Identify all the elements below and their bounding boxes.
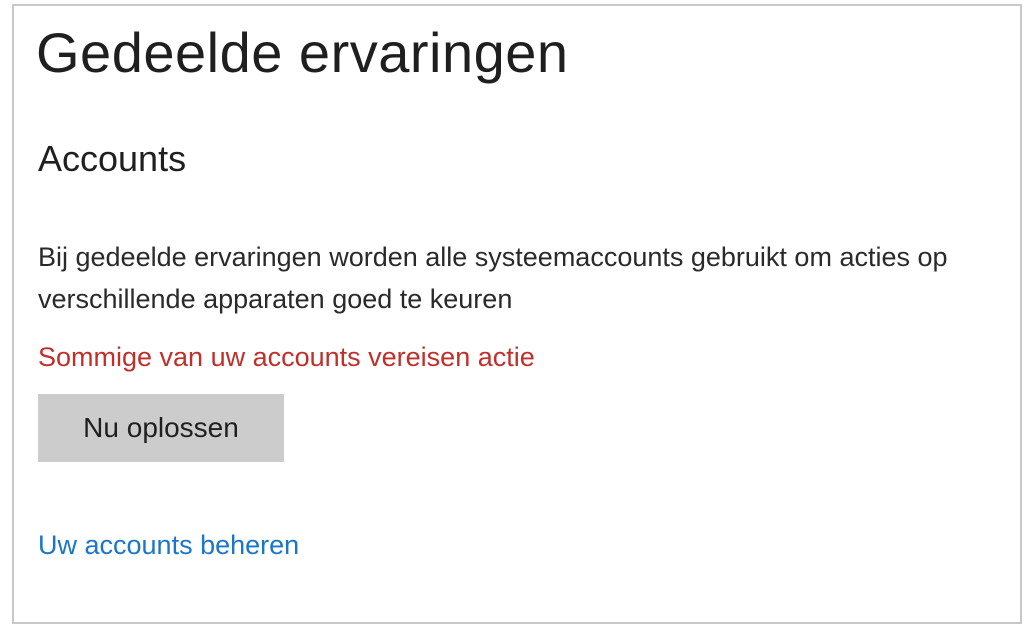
settings-panel: Gedeelde ervaringen Accounts Bij gedeeld… [12,4,1022,624]
manage-accounts-link[interactable]: Uw accounts beheren [38,530,299,561]
fix-now-button[interactable]: Nu oplossen [38,394,284,462]
accounts-description: Bij gedeelde ervaringen worden alle syst… [38,242,948,314]
page-title: Gedeelde ervaringen [36,21,569,84]
accounts-heading: Accounts [38,138,187,179]
accounts-warning-text: Sommige van uw accounts vereisen actie [38,342,535,372]
